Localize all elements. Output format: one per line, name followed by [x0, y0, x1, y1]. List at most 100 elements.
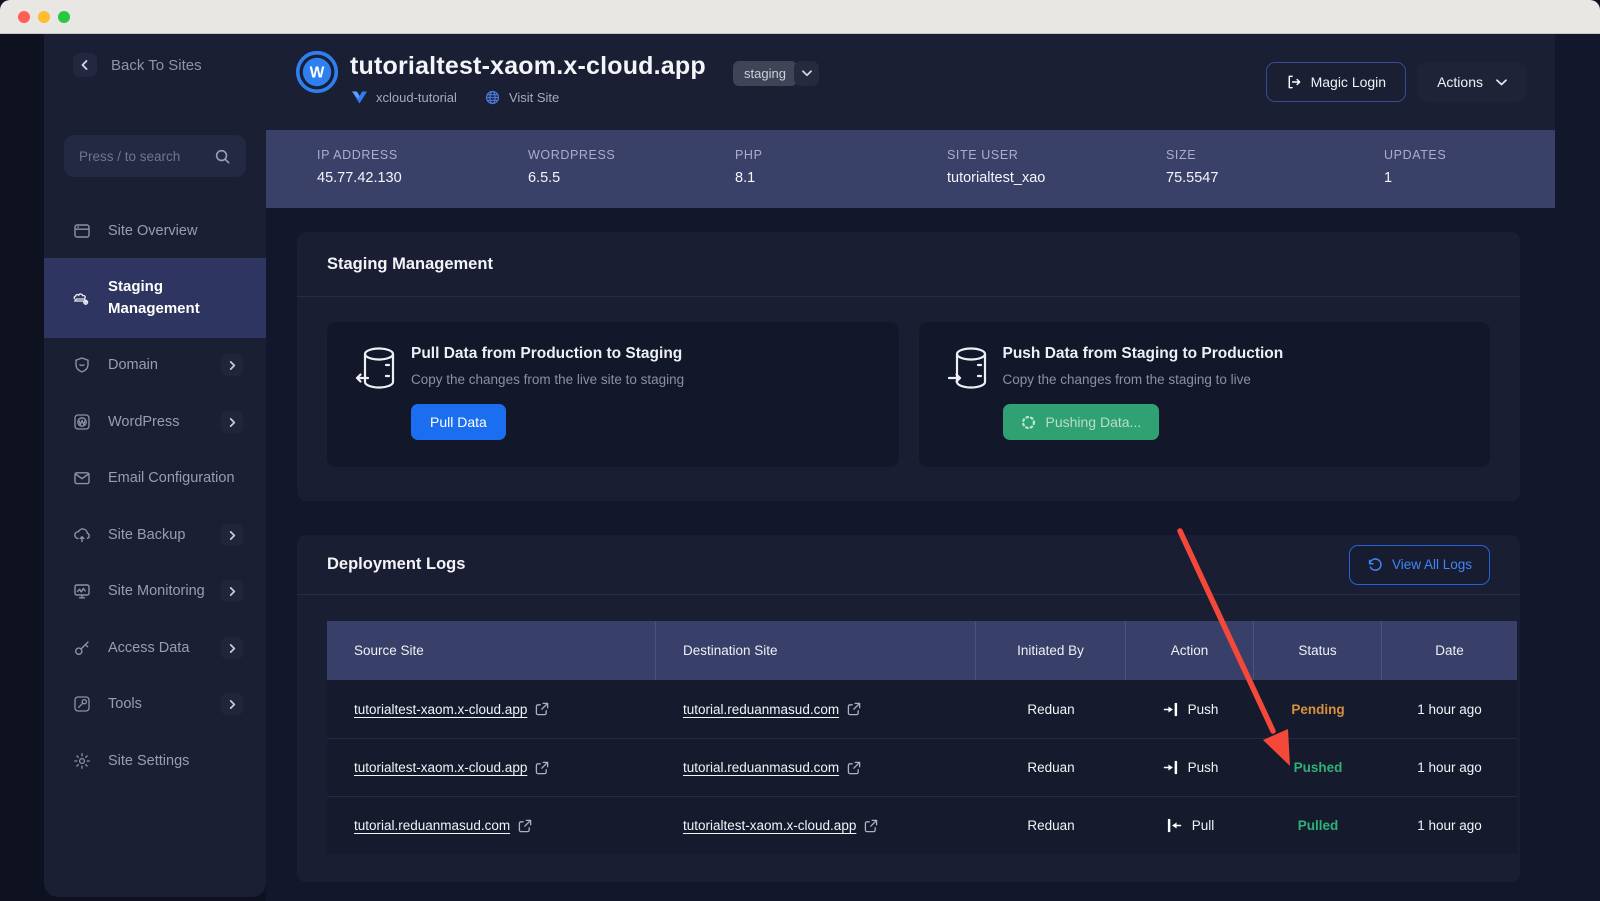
destination-site-link[interactable]: tutorial.reduanmasud.com	[683, 702, 861, 717]
table-header-row: Source Site Destination Site Initiated B…	[327, 621, 1517, 680]
sidebar-item-domain[interactable]: Domain	[44, 350, 266, 380]
pushing-data-button[interactable]: Pushing Data...	[1003, 404, 1160, 440]
xcloud-logo-icon	[352, 91, 367, 104]
chevron-left-icon	[73, 53, 97, 77]
search-placeholder: Press / to search	[79, 149, 180, 164]
pull-data-button[interactable]: Pull Data	[411, 404, 506, 440]
sidebar: Back To Sites Press / to search Site Ove…	[44, 34, 266, 897]
sidebar-item-email-configuration[interactable]: Email Configuration	[44, 463, 266, 493]
server-name-label: xcloud-tutorial	[376, 90, 457, 105]
action-cell: Pull	[1126, 817, 1254, 834]
backup-icon	[73, 526, 91, 544]
chevron-right-icon[interactable]	[221, 637, 243, 659]
wordpress-logo-icon: W	[295, 50, 339, 94]
chevron-down-icon	[1496, 79, 1507, 86]
external-link-icon	[518, 819, 532, 833]
column-header-source-site: Source Site	[327, 621, 656, 680]
tools-icon	[73, 695, 91, 713]
sidebar-item-tools[interactable]: Tools	[44, 689, 266, 719]
source-site-link[interactable]: tutorialtest-xaom.x-cloud.app	[354, 760, 549, 775]
info-updates: UPDATES1	[1384, 130, 1555, 208]
access-data-icon	[73, 639, 91, 657]
column-header-action: Action	[1126, 621, 1254, 680]
action-cell: Push	[1126, 701, 1254, 718]
table-row: tutorial.reduanmasud.com tutorialtest-xa…	[327, 796, 1517, 854]
date-cell: 1 hour ago	[1382, 760, 1517, 775]
sidebar-item-site-settings[interactable]: Site Settings	[44, 746, 266, 776]
sidebar-item-access-data[interactable]: Access Data	[44, 633, 266, 663]
source-site-link[interactable]: tutorialtest-xaom.x-cloud.app	[354, 702, 549, 717]
external-link-icon	[535, 702, 549, 716]
search-input[interactable]: Press / to search	[64, 135, 246, 177]
column-header-date: Date	[1382, 621, 1517, 680]
chevron-right-icon[interactable]	[221, 411, 243, 433]
external-link-icon	[847, 702, 861, 716]
external-link-icon	[864, 819, 878, 833]
view-all-logs-button[interactable]: View All Logs	[1349, 545, 1490, 585]
initiated-by-cell: Reduan	[976, 760, 1126, 775]
log-status-1: Pushed	[1254, 760, 1382, 775]
chevron-right-icon[interactable]	[221, 524, 243, 546]
info-ip-address: IP ADDRESS45.77.42.130	[317, 130, 528, 208]
chevron-right-icon[interactable]	[221, 693, 243, 715]
chevron-right-icon[interactable]	[221, 580, 243, 602]
monitoring-icon	[73, 582, 91, 600]
destination-site-link[interactable]: tutorialtest-xaom.x-cloud.app	[683, 818, 878, 833]
app-shell: Back To Sites Press / to search Site Ove…	[0, 34, 1600, 901]
settings-icon	[73, 752, 91, 770]
initiated-by-cell: Reduan	[976, 702, 1126, 717]
date-cell: 1 hour ago	[1382, 702, 1517, 717]
main-area: W tutorialtest-xaom.x-cloud.app staging …	[266, 34, 1600, 901]
back-to-sites-button[interactable]: Back To Sites	[73, 53, 202, 77]
info-wordpress-version: WORDPRESS6.5.5	[528, 130, 735, 208]
date-cell: 1 hour ago	[1382, 818, 1517, 833]
column-header-status: Status	[1254, 621, 1382, 680]
sidebar-item-wordpress[interactable]: WordPress	[44, 407, 266, 437]
external-link-icon	[847, 761, 861, 775]
info-php-version: PHP8.1	[735, 130, 947, 208]
magic-login-button[interactable]: Magic Login	[1266, 62, 1407, 102]
history-icon	[1367, 557, 1383, 573]
initiated-by-cell: Reduan	[976, 818, 1126, 833]
database-push-icon	[947, 345, 989, 395]
close-window-button[interactable]	[18, 11, 30, 23]
pull-panel-title: Pull Data from Production to Staging	[411, 345, 684, 363]
push-panel-title: Push Data from Staging to Production	[1003, 345, 1284, 363]
login-icon	[1286, 74, 1302, 90]
column-header-destination-site: Destination Site	[656, 621, 976, 680]
log-status-0: Pending	[1254, 702, 1382, 717]
deployment-logs-card: Deployment Logs View All Logs Source Sit…	[297, 535, 1520, 882]
deployment-logs-table: Source Site Destination Site Initiated B…	[327, 621, 1517, 854]
actions-button[interactable]: Actions	[1417, 62, 1527, 102]
source-site-link[interactable]: tutorial.reduanmasud.com	[354, 818, 532, 833]
push-data-panel: Push Data from Staging to Production Cop…	[919, 322, 1491, 467]
sidebar-item-site-monitoring[interactable]: Site Monitoring	[44, 576, 266, 606]
info-site-user: SITE USERtutorialtest_xao	[947, 130, 1166, 208]
table-row: tutorialtest-xaom.x-cloud.app tutorial.r…	[327, 738, 1517, 796]
environment-badge: staging	[733, 61, 797, 86]
chevron-right-icon[interactable]	[221, 354, 243, 376]
globe-icon	[485, 90, 500, 105]
email-icon	[73, 469, 91, 487]
staging-management-card: Staging Management Pull Data from Produc…	[297, 232, 1520, 501]
destination-site-link[interactable]: tutorial.reduanmasud.com	[683, 760, 861, 775]
table-row: tutorialtest-xaom.x-cloud.app tutorial.r…	[327, 680, 1517, 738]
zoom-window-button[interactable]	[58, 11, 70, 23]
sidebar-item-site-overview[interactable]: Site Overview	[44, 216, 266, 246]
spinner-icon	[1021, 415, 1036, 430]
minimize-window-button[interactable]	[38, 11, 50, 23]
page-title: tutorialtest-xaom.x-cloud.app	[350, 52, 706, 81]
pull-icon	[1166, 817, 1183, 834]
push-icon	[1162, 701, 1179, 718]
push-icon	[1162, 759, 1179, 776]
info-size: SIZE75.5547	[1166, 130, 1384, 208]
action-cell: Push	[1126, 759, 1254, 776]
deployment-logs-title: Deployment Logs	[327, 555, 465, 574]
pull-panel-subtitle: Copy the changes from the live site to s…	[411, 372, 684, 387]
back-to-sites-label: Back To Sites	[111, 57, 202, 74]
sidebar-item-staging-management[interactable]: Staging Management	[44, 258, 266, 338]
sidebar-item-site-backup[interactable]: Site Backup	[44, 520, 266, 550]
database-pull-icon	[355, 345, 397, 395]
visit-site-link[interactable]: Visit Site	[509, 90, 559, 105]
environment-dropdown-button[interactable]	[794, 61, 819, 86]
